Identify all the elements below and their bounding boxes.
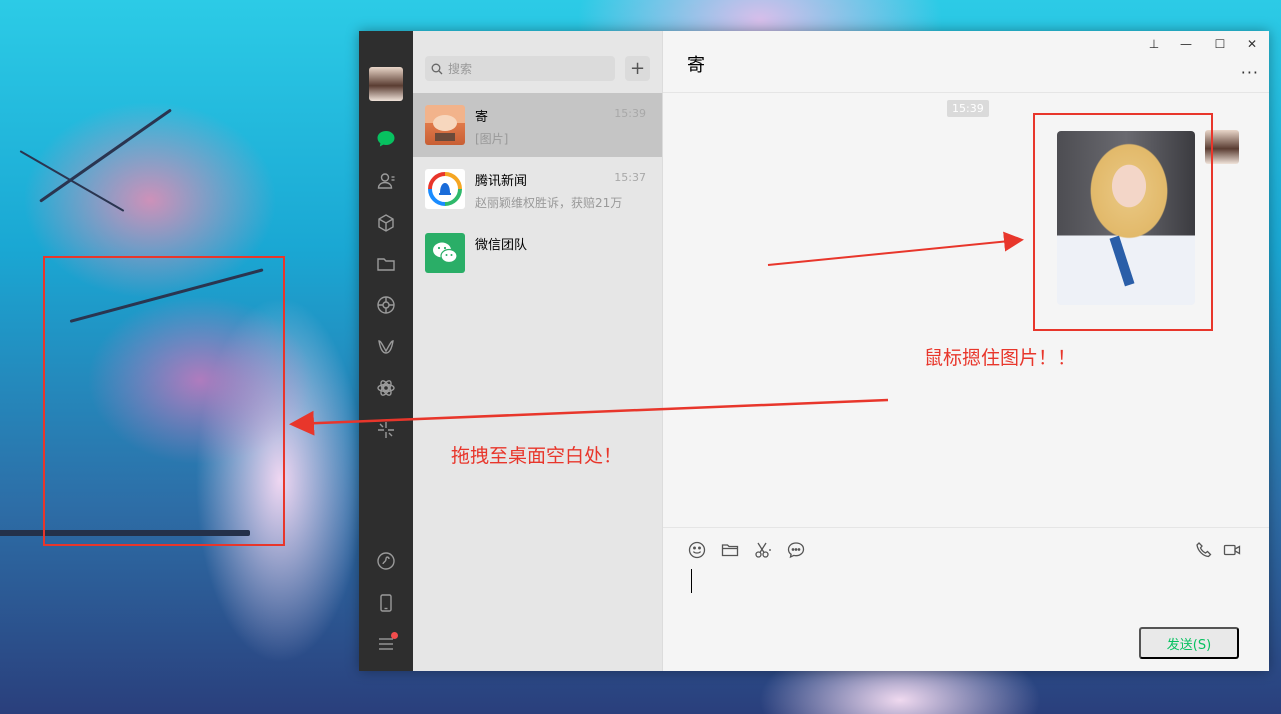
pin-icon[interactable]: ⊥: [1145, 37, 1163, 51]
search-box[interactable]: [425, 56, 615, 81]
conversation-item-wechat-team[interactable]: 微信团队: [413, 221, 662, 285]
maximize-button[interactable]: ☐: [1211, 37, 1229, 51]
text-caret: [691, 569, 692, 593]
search-feature-icon[interactable]: [374, 418, 398, 442]
highlight-box-image: [1033, 113, 1213, 331]
send-file-icon[interactable]: [720, 540, 740, 560]
emoji-icon[interactable]: [687, 540, 707, 560]
phone-icon[interactable]: [374, 591, 398, 615]
conversation-time: 15:39: [614, 107, 646, 120]
message-input[interactable]: [687, 567, 1247, 627]
favorites-icon[interactable]: [374, 211, 398, 235]
wallpaper-branch: [19, 150, 125, 212]
conversation-preview: 赵丽颖维权胜诉，获赔21万: [475, 196, 623, 210]
chat-title: 寄: [687, 55, 705, 76]
conversation-name: 微信团队: [475, 238, 528, 253]
notification-dot: [391, 632, 398, 639]
contacts-icon[interactable]: [374, 169, 398, 193]
moments-icon[interactable]: [374, 293, 398, 317]
plus-icon: +: [629, 57, 646, 79]
conversation-list: + 寄 15:39 [图片] 腾讯新闻: [413, 31, 663, 671]
chat-header: 寄 ⊥ — ☐ ✕ ···: [663, 31, 1269, 93]
search-icon: [431, 63, 443, 74]
mini-programs-icon[interactable]: [374, 376, 398, 400]
minimize-button[interactable]: —: [1177, 37, 1195, 51]
conversation-time: 15:37: [614, 171, 646, 184]
video-call-icon[interactable]: [1222, 540, 1242, 560]
screenshot-icon[interactable]: [753, 540, 773, 560]
conversation-name: 寄: [475, 110, 489, 125]
send-button[interactable]: 发送(S): [1139, 627, 1239, 659]
wechat-logo-icon: [425, 233, 465, 273]
nav-rail: [359, 31, 413, 671]
input-toolbar: [663, 527, 1269, 567]
annotation-drag-to-desktop: 拖拽至桌面空白处！: [451, 445, 623, 467]
more-options-icon[interactable]: ···: [1241, 63, 1259, 82]
wallpaper-branch: [39, 108, 172, 203]
conversation-item-ji[interactable]: 寄 15:39 [图片]: [413, 93, 662, 157]
conversation-preview: [图片]: [475, 132, 509, 146]
conversation-avatar: [425, 105, 465, 145]
menu-icon[interactable]: [374, 632, 398, 656]
chat-history-icon[interactable]: [786, 540, 806, 560]
message-timestamp: 15:39: [947, 100, 989, 117]
channels-icon[interactable]: [374, 335, 398, 359]
conversation-name: 腾讯新闻: [475, 174, 528, 189]
highlight-box-desktop: [43, 256, 285, 546]
tencent-news-logo-icon: [425, 169, 465, 209]
add-button[interactable]: +: [625, 56, 650, 81]
folder-icon[interactable]: [374, 252, 398, 276]
voice-call-icon[interactable]: [1194, 540, 1214, 560]
chat-icon[interactable]: [374, 127, 398, 151]
conversation-item-tencent-news[interactable]: 腾讯新闻 15:37 赵丽颖维权胜诉，获赔21万: [413, 157, 662, 221]
miniapp-link-icon[interactable]: [374, 549, 398, 573]
annotation-hold-image: 鼠标摁住图片！！: [924, 347, 1077, 369]
self-avatar[interactable]: [369, 67, 403, 101]
search-input[interactable]: [448, 61, 598, 76]
close-button[interactable]: ✕: [1243, 37, 1261, 51]
